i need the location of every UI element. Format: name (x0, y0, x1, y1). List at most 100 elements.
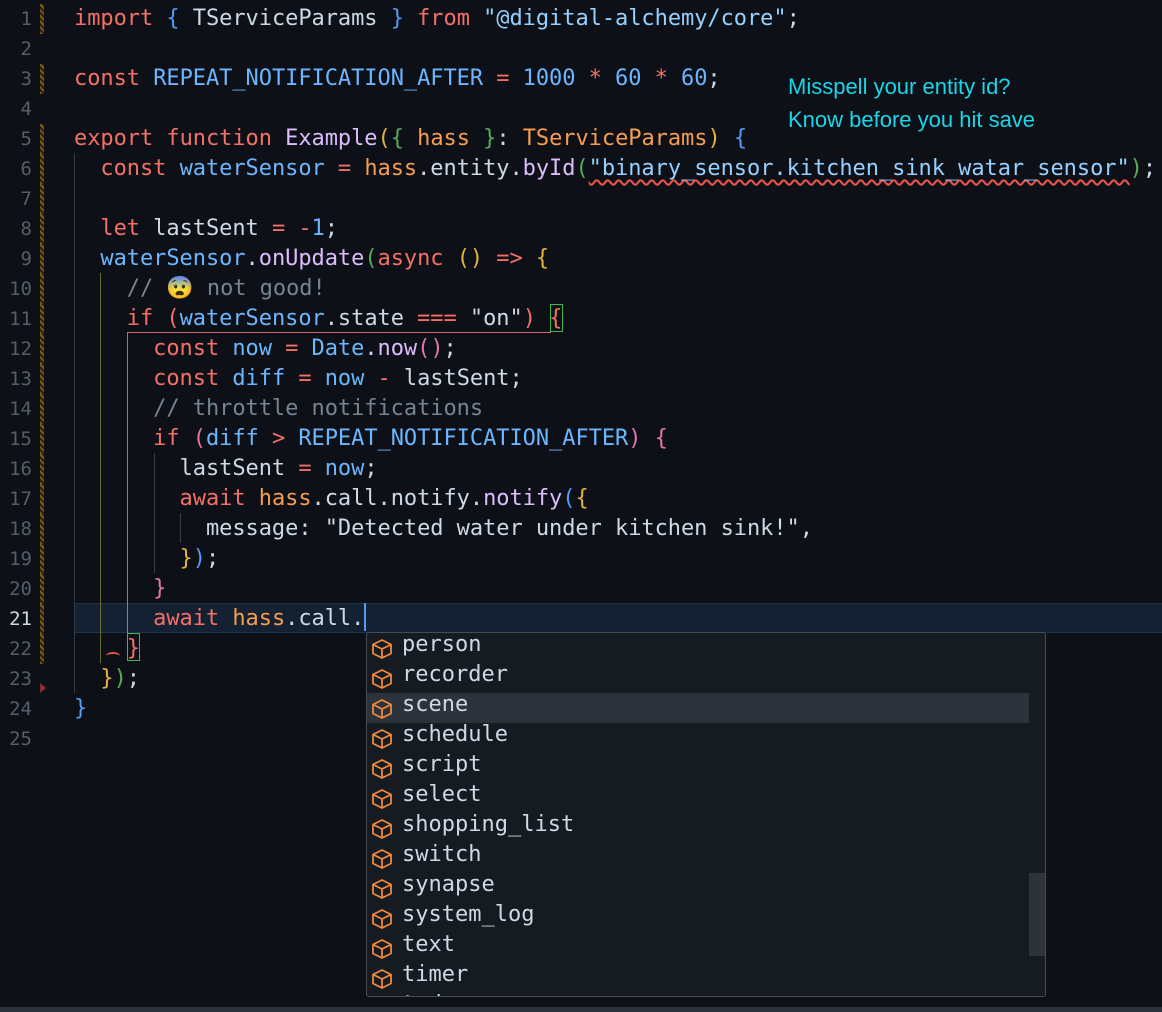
suggestion-label: scene (402, 692, 469, 717)
code-line[interactable]: 6 const waterSensor = hass.entity.byId("… (0, 154, 1162, 184)
code-line[interactable]: 15 if (diff > REPEAT_NOTIFICATION_AFTER)… (0, 424, 1162, 454)
code-token: ) (192, 546, 206, 571)
line-number: 9 (20, 248, 32, 270)
code-line[interactable]: 20 } (0, 574, 1162, 604)
code-line[interactable]: 19 }); (0, 544, 1162, 574)
suggestion-item[interactable]: timer (367, 963, 1029, 993)
code-line[interactable]: 17 await hass.call.notify.notify({ (0, 484, 1162, 514)
suggestion-item[interactable]: select (367, 783, 1029, 813)
module-cube-icon (372, 879, 392, 899)
suggestion-label: script (402, 752, 482, 777)
code-token: { (733, 126, 748, 151)
code-line[interactable]: 9 waterSensor.onUpdate(async () => { (0, 244, 1162, 274)
line-code: const waterSensor = hass.entity.byId("bi… (74, 154, 1156, 184)
line-code: } (74, 694, 87, 724)
code-line[interactable]: 18 message: "Detected water under kitche… (0, 514, 1162, 544)
suggestion-item[interactable]: shopping_list (367, 813, 1029, 843)
code-line[interactable]: 14 // throttle notifications (0, 394, 1162, 424)
code-line[interactable]: 11 if (waterSensor.state === "on") { (0, 304, 1162, 334)
code-line[interactable]: 8 let lastSent = -1; (0, 214, 1162, 244)
code-token: "binary_sensor.kitchen_sink_watar_sensor… (588, 156, 1130, 181)
code-token: . (364, 336, 378, 361)
code-token: hass (417, 126, 470, 151)
suggestion-item[interactable]: recorder (367, 663, 1029, 693)
suggestion-item[interactable]: script (367, 753, 1029, 783)
line-number: 13 (9, 368, 32, 390)
code-token: from (417, 6, 470, 31)
line-number: 2 (20, 38, 32, 60)
code-token: ( (364, 246, 378, 271)
code-token: message: (74, 516, 325, 541)
code-line[interactable]: 7 (0, 184, 1162, 214)
code-token: } (74, 666, 114, 691)
code-line[interactable]: 21 await hass.call. (0, 604, 1162, 634)
code-line[interactable]: 12 const now = Date.now(); (0, 334, 1162, 364)
code-token: ; (126, 666, 140, 691)
module-cube-icon (372, 759, 392, 779)
code-token: } (390, 6, 404, 31)
autocomplete-popup[interactable]: person recorder scene schedule script select s… (366, 632, 1046, 997)
code-token: ( (562, 486, 576, 511)
indent-guide (100, 273, 101, 663)
code-token: } (74, 576, 167, 601)
suggestion-item[interactable]: person (367, 633, 1029, 663)
code-token: => (483, 246, 536, 271)
code-token: * (575, 66, 616, 91)
module-cube-icon (372, 789, 392, 809)
code-token: { (575, 486, 589, 511)
code-token: .call. (285, 606, 365, 631)
line-number: 7 (20, 188, 32, 210)
fold-marker-icon (40, 683, 46, 693)
code-token: if (74, 306, 154, 331)
code-token: function (166, 126, 272, 151)
code-token: let (74, 216, 140, 241)
line-code: // throttle notifications (74, 394, 483, 424)
suggestion-item[interactable]: text (367, 933, 1029, 963)
git-modified-marker (40, 364, 44, 394)
code-line[interactable]: 16 lastSent = now; (0, 454, 1162, 484)
suggestion-item[interactable]: switch (367, 843, 1029, 873)
code-line[interactable]: 2 (0, 34, 1162, 64)
git-modified-marker (40, 124, 44, 154)
code-token: ; (1142, 156, 1157, 181)
code-editor[interactable]: 1 import { TServiceParams } from "@digita… (0, 0, 1162, 1012)
suggestion-item[interactable]: system_log (367, 903, 1029, 933)
scrollbar-thumb[interactable] (1029, 873, 1045, 956)
suggestion-item[interactable]: todo (367, 993, 1029, 997)
bracket-match-open (550, 304, 563, 332)
code-token: REPEAT_NOTIFICATION_AFTER (153, 66, 484, 91)
line-number: 4 (20, 98, 32, 120)
suggestion-item[interactable]: schedule (367, 723, 1029, 753)
code-token: = (285, 456, 325, 481)
code-line[interactable]: 1 import { TServiceParams } from "@digita… (0, 4, 1162, 34)
suggestion-item[interactable]: scene (367, 693, 1029, 723)
code-token: notify (483, 486, 563, 511)
line-number: 5 (20, 128, 32, 150)
suggestion-label: recorder (402, 662, 508, 687)
code-token: = (271, 336, 312, 361)
suggestion-label: shopping_list (402, 812, 575, 837)
git-modified-marker (40, 394, 44, 424)
text-cursor (364, 603, 366, 631)
git-modified-marker (40, 454, 44, 484)
line-number: 10 (9, 278, 32, 300)
line-number: 6 (20, 158, 32, 180)
suggestion-item[interactable]: synapse (367, 873, 1029, 903)
code-line[interactable]: 10 // 😨 not good! (0, 274, 1162, 304)
git-modified-marker (40, 244, 44, 274)
line-code: } (74, 574, 166, 604)
git-modified-marker (40, 574, 44, 604)
code-token: ; (324, 216, 338, 241)
line-number: 21 (9, 608, 32, 630)
code-line[interactable]: 13 const diff = now - lastSent; (0, 364, 1162, 394)
suggestion-label: schedule (402, 722, 508, 747)
line-code: if (waterSensor.state === "on") { (74, 304, 563, 334)
code-token: hass (232, 606, 286, 631)
line-code: // 😨 not good! (74, 274, 326, 304)
